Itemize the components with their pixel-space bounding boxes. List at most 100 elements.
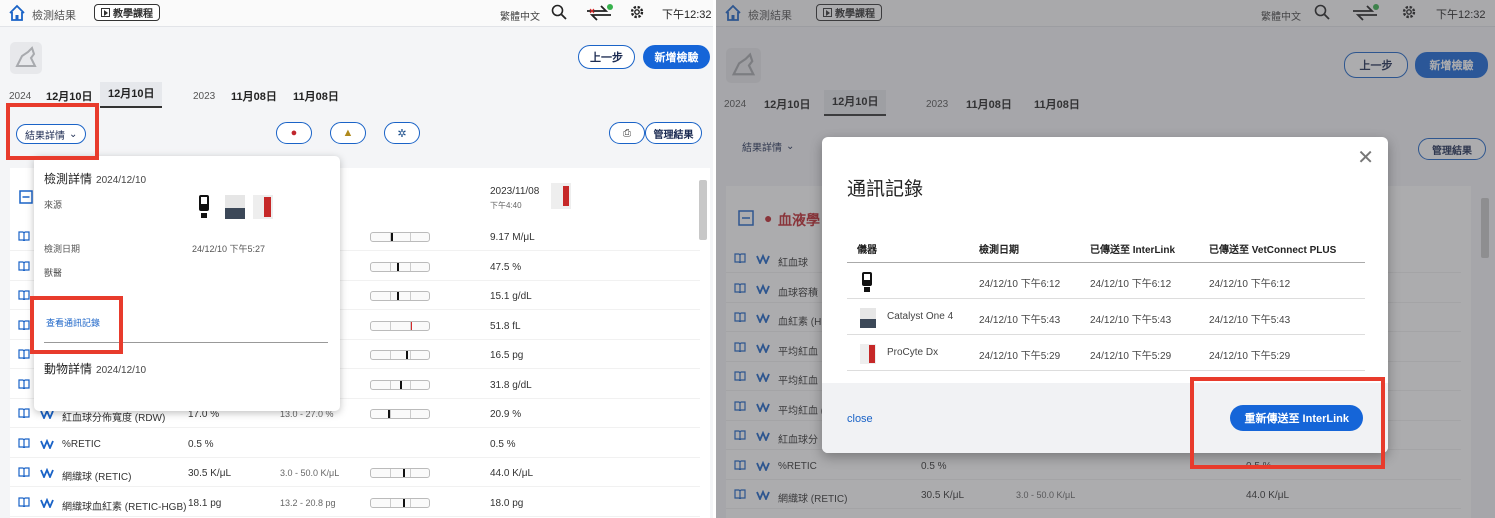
new-test-button[interactable]: 新增檢驗 [643, 45, 710, 69]
instrument-name: Catalyst One 4 [887, 311, 954, 322]
book-icon[interactable] [18, 231, 30, 241]
test-name: 紅血球分佈寬度 (RDW) [62, 413, 166, 424]
collapse-icon[interactable] [19, 190, 33, 204]
col-interlink: 已傳送至 InterLink [1090, 245, 1176, 256]
test-details-date: 2024/12/10 [96, 175, 147, 186]
top-bar: 檢測結果 教學課程 繁體中文 下午12:32 [0, 0, 713, 27]
procyte-device-icon [551, 183, 571, 209]
result-value: 30.5 K/μL [188, 468, 232, 479]
test-date: 24/12/10 下午5:29 [979, 351, 1061, 362]
language-selector[interactable]: 繁體中文 [500, 8, 540, 23]
handheld-device-icon [862, 272, 872, 292]
book-icon[interactable] [18, 496, 30, 507]
range-gauge [370, 379, 430, 390]
vetconnect-date: 24/12/10 下午5:43 [1209, 315, 1291, 326]
close-link[interactable]: close [847, 413, 873, 425]
trend-icon[interactable] [40, 438, 54, 449]
modal-title: 通訊記錄 [847, 179, 924, 200]
trend-icon[interactable] [40, 468, 54, 478]
previous-value: 31.8 g/dL [490, 379, 532, 391]
tab-year: 2024 [9, 91, 32, 102]
range-marker [400, 380, 402, 389]
scrollbar[interactable] [697, 168, 709, 518]
printer-icon: ⎙ [623, 127, 631, 139]
book-icon[interactable] [18, 349, 30, 359]
range-gauge [370, 291, 430, 301]
book-icon[interactable] [18, 378, 30, 389]
animal-details-title: 動物詳情 [44, 362, 93, 376]
pet-silhouette-icon [15, 46, 37, 67]
date-tab[interactable]: 12月10日 [46, 88, 92, 104]
test-details-title: 檢測詳情 [44, 172, 93, 186]
vetconnect-date: 24/12/10 下午5:29 [1209, 351, 1291, 362]
range-marker [409, 321, 412, 330]
range-marker [402, 469, 405, 477]
home-icon[interactable] [8, 4, 26, 22]
scroll-thumb[interactable] [699, 180, 707, 240]
book-icon[interactable] [18, 260, 30, 271]
tutorial-label: 教學課程 [113, 9, 153, 20]
table-header: 儀器 檢測日期 已傳送至 InterLink 已傳送至 VetConnect P… [847, 229, 1365, 263]
previous-value: 47.5 % [490, 261, 522, 273]
reference-range: 13.2 - 20.8 pg [280, 497, 336, 508]
microscope-icon: ✲ [397, 127, 407, 140]
search-icon[interactable] [551, 4, 567, 20]
animal-details-heading[interactable]: 動物詳情 2024/12/10 [44, 360, 146, 377]
print-button[interactable]: ⎙ [609, 122, 645, 144]
catalyst-device-icon [225, 195, 245, 219]
range-marker [405, 351, 408, 359]
vetconnect-date: 24/12/10 下午6:12 [1209, 279, 1291, 290]
flask-icon: ▲ [342, 127, 354, 139]
previous-value: 44.0 K/μL [490, 468, 534, 479]
range-marker [402, 498, 405, 507]
procyte-device-icon [860, 344, 876, 364]
result-details-popup: 檢測詳情 2024/12/10 來源 檢測日期 24/12/10 下午5:27 獸… [34, 156, 340, 411]
range-gauge [370, 320, 430, 331]
back-button[interactable]: 上一步 [578, 45, 635, 69]
doctor-label: 獸醫 [44, 268, 63, 278]
tutorial-button[interactable]: 教學課程 [94, 4, 160, 21]
book-icon[interactable] [18, 467, 30, 477]
handheld-device-icon [199, 195, 209, 218]
page-title: 檢測結果 [32, 10, 76, 22]
date-tab[interactable]: 11月08日 [231, 88, 277, 104]
range-gauge [370, 468, 430, 478]
gear-icon[interactable] [629, 4, 645, 20]
table-row: 24/12/10 下午6:12 24/12/10 下午6:12 24/12/10 下… [847, 263, 1365, 299]
date-tab-selected[interactable]: 12月10日 [100, 82, 163, 108]
date-tab[interactable]: 11月08日 [293, 88, 339, 104]
col-test-date: 檢測日期 [979, 245, 1019, 256]
urinalysis-filter-button[interactable]: ✲ [384, 122, 420, 144]
book-icon[interactable] [18, 437, 30, 448]
catalyst-device-icon [860, 308, 876, 328]
close-icon[interactable]: ✕ [1357, 145, 1374, 170]
pet-avatar [10, 42, 42, 74]
chemistry-filter-button[interactable]: ▲ [330, 122, 366, 144]
animal-details-date: 2024/12/10 [96, 365, 147, 376]
source-label: 來源 [44, 200, 63, 210]
blood-drop-icon: ● [290, 127, 298, 139]
table-row: Catalyst One 4 24/12/10 下午5:43 24/12/10 下午… [847, 299, 1365, 335]
book-icon[interactable] [18, 290, 30, 300]
test-date-value: 24/12/10 下午5:27 [192, 244, 266, 254]
procyte-device-icon [253, 195, 273, 219]
manage-results-button[interactable]: 管理結果 [645, 122, 702, 144]
test-details-heading: 檢測詳情 2024/12/10 [44, 170, 146, 187]
result-row[interactable]: 網織球 (RETIC) 30.5 K/μL 3.0 - 50.0 K/μL 44.0 … [10, 460, 700, 487]
trend-icon[interactable] [40, 497, 54, 508]
sync-arrows-icon[interactable] [584, 3, 614, 23]
result-row[interactable]: 網織球血紅素 (RETIC-HGB) 18.1 pg 13.2 - 20.8 pg 1… [10, 490, 700, 517]
result-value: 18.1 pg [188, 497, 222, 509]
table-row: ProCyte Dx 24/12/10 下午5:29 24/12/10 下午5:29… [847, 335, 1365, 371]
hematology-filter-button[interactable]: ● [276, 122, 312, 144]
clock: 下午12:32 [662, 9, 712, 21]
book-icon[interactable] [18, 319, 30, 330]
interlink-date: 24/12/10 下午5:29 [1090, 351, 1172, 362]
reference-range: 3.0 - 50.0 K/μL [280, 468, 340, 478]
results-toolbar: 結果詳情 ⌄ ● ▲ ✲ ⎙ 管理結果 [0, 112, 713, 156]
book-icon[interactable] [18, 408, 30, 418]
highlight-box [1190, 377, 1385, 469]
result-value: 0.5 % [188, 438, 214, 450]
previous-value: 18.0 pg [490, 497, 524, 509]
result-row[interactable]: %RETIC 0.5 % 0.5 % [10, 431, 700, 458]
